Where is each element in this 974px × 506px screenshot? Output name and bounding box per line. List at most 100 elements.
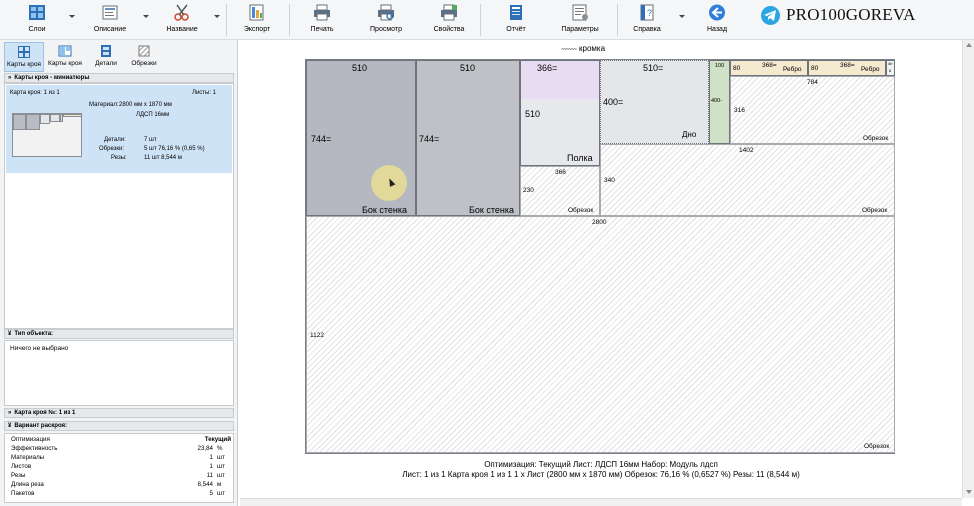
piece-shelf[interactable]: 366= 510 Полка <box>520 60 600 166</box>
piece-rib[interactable]: 80 368= Ребро <box>730 60 808 76</box>
export-button[interactable]: Экспорт <box>242 4 272 38</box>
optimization-summary: Оптимизация: Текущий Лист: ЛДСП 16мм Наб… <box>484 460 718 469</box>
cut-maps-grid-icon <box>18 46 30 58</box>
cutting-variant-header[interactable]: ¥ Вариант раскроя: <box>4 421 234 431</box>
sheet-summary: Лист: 1 из 1 Карта кроя 1 из 1 1 х Лист … <box>402 470 800 479</box>
name-label: Название <box>166 26 198 33</box>
parameters-button[interactable]: Параметры <box>560 4 600 38</box>
printer-icon <box>314 4 330 21</box>
name-button[interactable]: Название <box>166 4 198 38</box>
preview-label: Просмотр <box>370 26 402 33</box>
collapse-chevron-icon: » <box>8 410 12 416</box>
toolbar-separator <box>226 4 227 36</box>
piece-side-panel[interactable]: 510 744= Бок стенка <box>416 60 520 216</box>
collapse-chevron-icon: » <box>8 75 12 81</box>
description-button[interactable]: Описание <box>92 4 128 38</box>
layers-icon <box>29 5 45 20</box>
scissors-icon <box>174 4 189 21</box>
object-type-panel: Ничего не выбрано <box>4 340 234 406</box>
telegram-icon <box>761 5 780 25</box>
offcuts-value: 5 шт 76,16 % (0,65 %) <box>144 146 205 152</box>
offcut[interactable]: 366 230 Обрезок <box>520 166 600 216</box>
thumb-piece <box>40 114 50 124</box>
collapse-chevron-icon: ¥ <box>8 331 12 337</box>
miniatures-section-header[interactable]: » Карты кроя - миниатюры <box>4 73 234 83</box>
horizontal-scrollbar[interactable] <box>240 498 962 506</box>
stat-row: Пакетов 5 шт <box>11 490 225 497</box>
tab-cut-maps[interactable]: Карты кроя <box>45 42 85 72</box>
channel-name: PRO100GOREVA <box>786 5 916 24</box>
parameters-icon <box>572 4 588 21</box>
cut-map-number-header[interactable]: » Карта кроя №: 1 из 1 <box>4 408 234 418</box>
name-dropdown-arrow[interactable] <box>214 15 220 18</box>
cutting-sheet[interactable]: 510 744= Бок стенка 510 744= Бок стенка … <box>305 59 895 454</box>
stat-row: Оптимизация Текущий <box>11 436 231 443</box>
properties-icon <box>441 4 457 21</box>
export-icon <box>249 4 264 21</box>
channel-watermark: PRO100GOREVA <box>761 4 916 26</box>
piece-tiny[interactable]: 4b 6 <box>886 60 895 76</box>
description-dropdown-arrow[interactable] <box>143 15 149 18</box>
preview-icon <box>378 4 394 21</box>
offcut[interactable]: 784 316 Обрезок <box>730 76 895 144</box>
print-button[interactable]: Печать <box>306 4 338 38</box>
tab-details[interactable]: Детали <box>86 42 126 72</box>
tab-offcuts[interactable]: Обрезки <box>124 42 164 72</box>
toolbar-separator <box>617 4 618 36</box>
material-name: ЛДСП 16мм <box>136 112 170 118</box>
cutting-variant-stats: Оптимизация Текущий Эффективность 23,84 … <box>4 433 234 503</box>
left-panel: Карты кроя Карты кроя Детали Обрезки » Ка… <box>0 40 238 506</box>
svg-text:?: ? <box>647 8 652 18</box>
layers-button[interactable]: Слои <box>22 4 52 38</box>
scroll-up-arrow-icon[interactable] <box>966 43 972 47</box>
thumb-piece <box>50 114 60 122</box>
tab-label: Карты кроя <box>48 60 82 67</box>
stat-row: Листов 1 шт <box>11 463 225 470</box>
preview-button[interactable]: Просмотр <box>368 4 404 38</box>
help-icon: ? <box>640 4 654 21</box>
back-label: Назад <box>706 26 728 33</box>
properties-label: Свойства <box>433 26 465 33</box>
tab-label: Обрезки <box>131 60 157 67</box>
main-toolbar: Слои Описание Название Экспорт Печать Пр… <box>0 0 974 40</box>
details-icon <box>101 45 111 57</box>
thumb-piece <box>26 114 40 130</box>
stat-row: Длина реза 8,544 м <box>11 481 222 488</box>
toolbar-separator <box>289 4 290 36</box>
report-label: Отчёт <box>506 26 526 33</box>
cuts-value: 11 шт 8,544 м <box>144 155 182 161</box>
object-type-header[interactable]: ¥ Тип объекта: <box>4 329 234 339</box>
piece-bottom[interactable]: 510= 400= Дно <box>600 60 709 144</box>
tab-label: Детали <box>95 60 117 67</box>
properties-button[interactable]: Свойства <box>432 4 466 38</box>
details-label: Детали: <box>104 137 126 143</box>
cut-map-thumbnail <box>12 113 82 157</box>
help-dropdown-arrow[interactable] <box>679 15 685 18</box>
back-button[interactable]: Назад <box>704 4 730 38</box>
cut-map-card[interactable]: Карта кроя: 1 из 1 Листы: 1 Материал: 28… <box>6 85 232 173</box>
thumb-piece <box>13 114 26 130</box>
report-icon <box>510 5 522 20</box>
stat-row: Материалы 1 шт <box>11 454 225 461</box>
layers-dropdown-arrow[interactable] <box>69 15 75 18</box>
help-button[interactable]: ? Справка <box>632 4 662 38</box>
offcuts-icon <box>138 45 150 57</box>
piece-rib[interactable]: 80 368= Ребро <box>808 60 886 76</box>
offcut[interactable]: 1402 340 Обрезок <box>600 144 895 216</box>
card-sheets: Листы: 1 <box>192 90 217 96</box>
material-label: Материал: <box>89 102 119 108</box>
export-label: Экспорт <box>243 26 271 33</box>
report-button[interactable]: Отчёт <box>503 4 529 38</box>
shelf-edge-highlight <box>521 61 599 99</box>
scroll-down-arrow-icon[interactable] <box>966 490 972 494</box>
details-value: 7 шт <box>144 137 157 143</box>
thumb-piece <box>63 114 82 117</box>
edge-banding-legend: ~~~~~~ кромка <box>561 44 606 53</box>
stat-row: Эффективность 23,84 % <box>11 445 223 452</box>
material-value: 2800 мм x 1870 мм <box>119 102 172 108</box>
tab-cut-maps-miniatures[interactable]: Карты кроя <box>4 42 44 72</box>
offcut[interactable]: 2800 1122 Обрезок <box>306 216 895 453</box>
miniatures-list: Карта кроя: 1 из 1 Листы: 1 Материал: 28… <box>4 83 234 329</box>
vertical-scrollbar[interactable] <box>962 40 974 498</box>
piece-small-strip[interactable]: 100 400- <box>709 60 730 144</box>
